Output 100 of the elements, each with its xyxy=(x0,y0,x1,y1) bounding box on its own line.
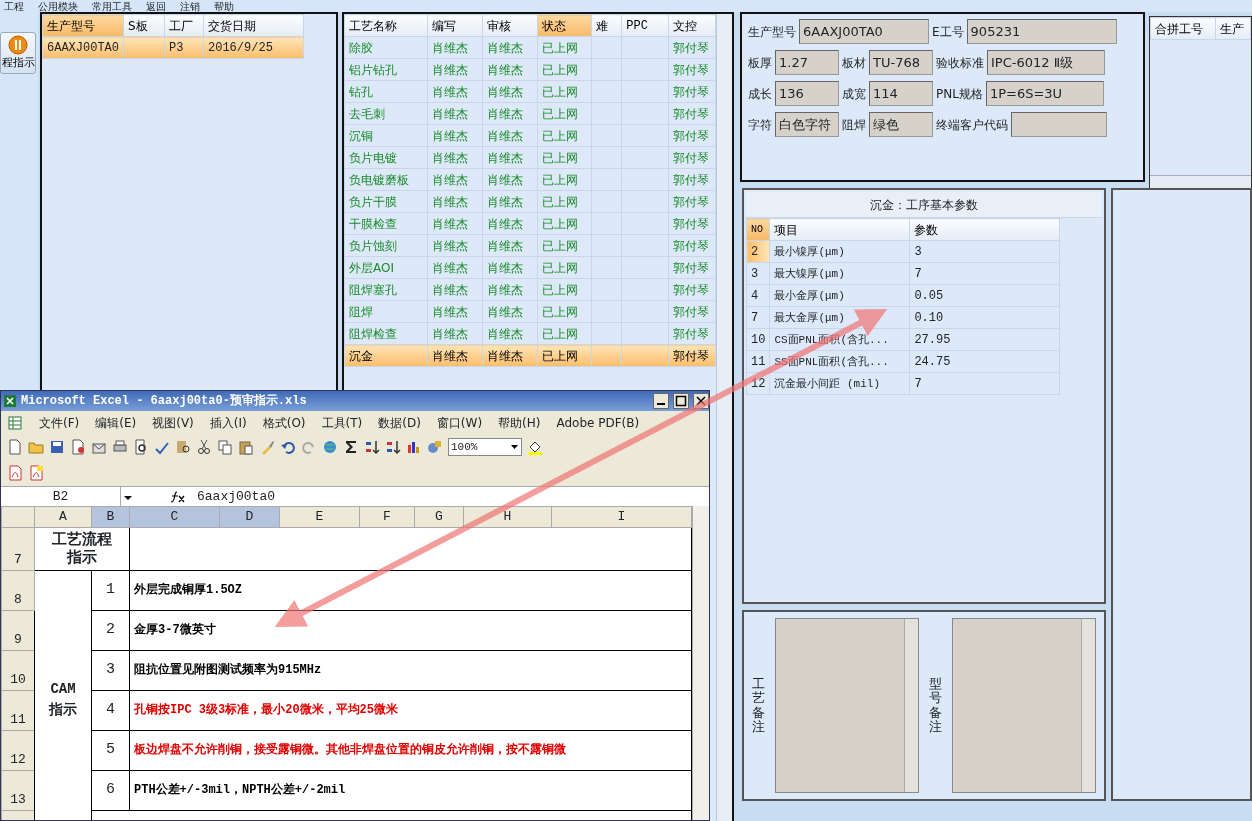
column-header[interactable]: E xyxy=(279,506,360,527)
table-cell[interactable]: 11 xyxy=(746,350,770,373)
table-row[interactable]: 钻孔 肖维杰 肖维杰 已上网 郭付琴 xyxy=(344,80,716,103)
new-document-icon[interactable] xyxy=(7,439,23,455)
row-header[interactable]: 11 xyxy=(1,690,35,730)
copy-icon[interactable] xyxy=(217,439,233,455)
scrollbar[interactable] xyxy=(692,506,709,820)
table-row[interactable]: 阻焊检查 肖维杰 肖维杰 已上网 郭付琴 xyxy=(344,322,716,345)
scrollbar[interactable] xyxy=(904,619,918,792)
print-icon[interactable] xyxy=(112,439,128,455)
text-field[interactable]: 6AAXJ00TA0 xyxy=(799,19,929,44)
print-preview-icon[interactable] xyxy=(133,439,149,455)
table-cell[interactable]: 12 xyxy=(746,372,770,395)
column-header[interactable]: G xyxy=(414,506,464,527)
zoom-dropdown[interactable]: 100% xyxy=(448,438,522,456)
table-row[interactable]: 负电镀磨板 肖维杰 肖维杰 已上网 郭付琴 xyxy=(344,168,716,191)
table-row[interactable]: 去毛刺 肖维杰 肖维杰 已上网 郭付琴 xyxy=(344,102,716,125)
pdf-icon[interactable] xyxy=(28,465,44,481)
menu-item[interactable]: 格式(O) xyxy=(262,413,306,432)
menu-item[interactable]: 窗口(W) xyxy=(436,413,483,432)
text-field[interactable]: 白色字符 xyxy=(775,112,839,137)
column-header[interactable]: A xyxy=(34,506,92,527)
minimize-icon[interactable] xyxy=(653,393,669,409)
table-row[interactable]: 沉金 肖维杰 肖维杰 已上网 郭付琴 xyxy=(344,344,716,367)
row-header[interactable]: 13 xyxy=(1,770,35,810)
text-field[interactable]: TU-768 xyxy=(869,50,933,75)
chart-icon[interactable] xyxy=(406,439,422,455)
column-header[interactable]: F xyxy=(359,506,415,527)
table-row[interactable]: 干膜检查 肖维杰 肖维杰 已上网 郭付琴 xyxy=(344,212,716,235)
table-row[interactable]: 6AAXJ00TA0 P3 2016/9/25 xyxy=(42,36,304,59)
column-header[interactable]: 工厂 xyxy=(164,14,204,37)
formula-field[interactable]: 6aaxj00ta0 xyxy=(197,486,275,507)
table-row[interactable]: 外层AOI 肖维杰 肖维杰 已上网 郭付琴 xyxy=(344,256,716,279)
column-header[interactable]: PPC xyxy=(621,14,669,37)
column-header[interactable]: 文控 xyxy=(668,14,716,37)
table-row[interactable]: 沉铜 肖维杰 肖维杰 已上网 郭付琴 xyxy=(344,124,716,147)
table-cell[interactable]: 2 xyxy=(746,240,770,263)
text-field[interactable]: 114 xyxy=(869,81,933,106)
column-header[interactable]: 难 xyxy=(591,14,622,37)
table-cell[interactable]: 4 xyxy=(746,284,770,307)
column-header[interactable]: 工艺名称 xyxy=(344,14,428,37)
menu-item[interactable]: 编辑(E) xyxy=(95,413,137,432)
row-header[interactable]: 7 xyxy=(1,527,35,570)
menu-item[interactable]: 帮助 xyxy=(214,0,234,12)
pdf-icon[interactable] xyxy=(7,465,23,481)
row-header[interactable]: 9 xyxy=(1,610,35,650)
permission-icon[interactable] xyxy=(70,439,86,455)
sort-ascending-icon[interactable] xyxy=(364,439,380,455)
folder-icon[interactable] xyxy=(28,439,44,455)
text-field[interactable]: 1.27 xyxy=(775,50,839,75)
globe-icon[interactable] xyxy=(322,439,338,455)
process-button[interactable]: 程指示 xyxy=(0,32,36,74)
column-header[interactable]: I xyxy=(551,506,692,527)
table-row[interactable]: 阻焊 肖维杰 肖维杰 已上网 郭付琴 xyxy=(344,300,716,323)
column-header[interactable]: 合拼工号 xyxy=(1150,17,1216,40)
menu-item[interactable]: 视图(V) xyxy=(152,413,194,432)
column-header[interactable]: B xyxy=(91,506,130,527)
sum-icon[interactable] xyxy=(343,439,359,455)
table-row[interactable]: 负片干膜 肖维杰 肖维杰 已上网 郭付琴 xyxy=(344,190,716,213)
table-row[interactable]: 除胶 肖维杰 肖维杰 已上网 郭付琴 xyxy=(344,36,716,59)
text-field[interactable] xyxy=(1011,112,1107,137)
column-header[interactable]: S板 xyxy=(123,14,165,37)
menu-item[interactable]: 帮助(H) xyxy=(498,413,541,432)
table-cell[interactable]: 3 xyxy=(746,262,770,285)
menu-item[interactable]: 工程 xyxy=(4,0,24,12)
menu-item[interactable]: 工具(T) xyxy=(321,413,363,432)
text-field[interactable]: 1P=6S=3U xyxy=(985,81,1104,106)
fill-color-icon[interactable] xyxy=(527,439,543,455)
scrollbar[interactable] xyxy=(716,14,732,821)
column-header[interactable]: 审核 xyxy=(482,14,537,37)
row-header[interactable]: 8 xyxy=(1,570,35,610)
row-header[interactable]: 12 xyxy=(1,730,35,770)
paste-icon[interactable] xyxy=(238,439,254,455)
cut-icon[interactable] xyxy=(196,439,212,455)
column-header[interactable]: D xyxy=(219,506,280,527)
maximize-icon[interactable] xyxy=(673,393,689,409)
text-field[interactable]: 905231 xyxy=(966,19,1117,44)
column-header[interactable]: NO xyxy=(746,218,770,241)
scrollbar[interactable] xyxy=(1081,619,1095,792)
table-cell[interactable]: 10 xyxy=(746,328,770,351)
menu-item[interactable]: 常用工具 xyxy=(92,0,132,12)
table-row[interactable]: 负片蚀刻 肖维杰 肖维杰 已上网 郭付琴 xyxy=(344,234,716,257)
column-header[interactable]: 参数 xyxy=(909,218,1060,241)
text-area[interactable] xyxy=(775,618,919,793)
table-row[interactable]: 负片电镀 肖维杰 肖维杰 已上网 郭付琴 xyxy=(344,146,716,169)
column-header[interactable]: C xyxy=(129,506,220,527)
column-header[interactable]: 编写 xyxy=(427,14,483,37)
column-header[interactable]: 状态 xyxy=(537,14,592,37)
menu-item[interactable]: 文件(F) xyxy=(39,413,80,432)
menu-item[interactable]: 注销 xyxy=(180,0,200,12)
scrollbar[interactable] xyxy=(1150,175,1251,189)
table-row[interactable]: 铝片钻孔 肖维杰 肖维杰 已上网 郭付琴 xyxy=(344,58,716,81)
table-row[interactable]: 阻焊塞孔 肖维杰 肖维杰 已上网 郭付琴 xyxy=(344,278,716,301)
table-cell[interactable]: 7 xyxy=(746,306,770,329)
text-field[interactable]: 136 xyxy=(775,81,839,106)
menu-item[interactable]: 返回 xyxy=(146,0,166,12)
sort-descending-icon[interactable] xyxy=(385,439,401,455)
text-field[interactable]: 绿色 xyxy=(869,112,933,137)
column-header[interactable]: 生产 xyxy=(1215,17,1251,40)
menu-item[interactable]: Adobe PDF(B) xyxy=(556,413,640,432)
